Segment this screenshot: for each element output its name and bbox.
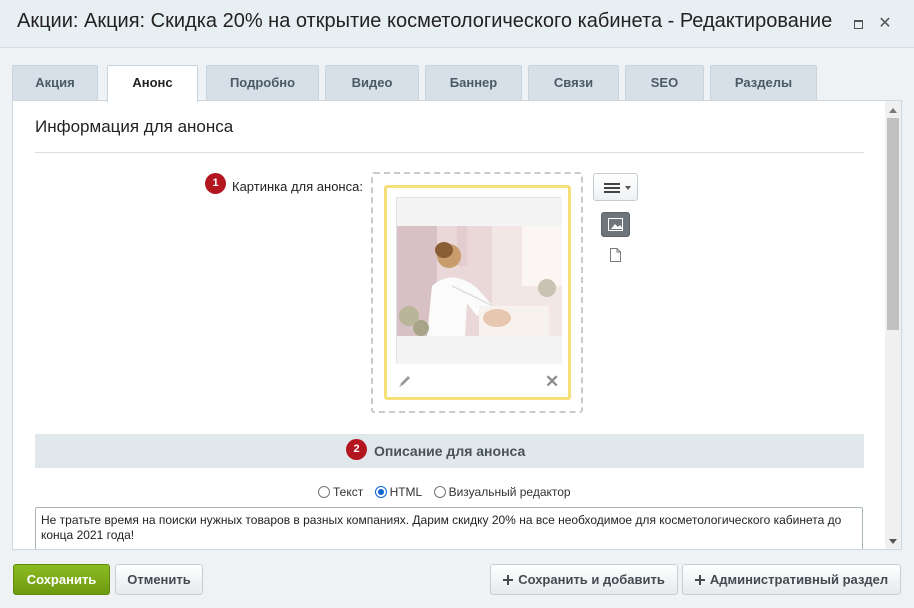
plus-icon [694, 575, 705, 585]
tab-podrobno[interactable]: Подробно [206, 65, 319, 101]
footer-action-bar: Сохранить Отменить Сохранить и добавить … [0, 550, 914, 608]
tab-svyazi[interactable]: Связи [528, 65, 619, 101]
window-title: Акции: Акция: Скидка 20% на открытие кос… [17, 10, 833, 32]
mode-visual-label: Визуальный редактор [448, 485, 571, 499]
scroll-up-arrow-icon[interactable] [889, 108, 897, 113]
description-mode-group: Текст HTML Визуальный редактор [318, 485, 579, 501]
scroll-thumb[interactable] [887, 118, 899, 330]
pencil-icon[interactable] [397, 373, 413, 389]
section-divider [35, 152, 864, 153]
picture-preview-card: ✕ [384, 185, 571, 400]
tab-razdely[interactable]: Разделы [710, 65, 817, 101]
description-title: Описание для анонса [374, 443, 526, 459]
close-icon[interactable]: ✕ [877, 16, 893, 32]
mode-text-label: Текст [333, 485, 364, 499]
picture-preview[interactable] [396, 197, 562, 364]
content-panel: Информация для анонса 1 Картинка для ано… [12, 100, 902, 550]
plus-icon [503, 575, 514, 585]
tab-akciya[interactable]: Акция [12, 65, 98, 101]
tab-seo[interactable]: SEO [625, 65, 704, 101]
mode-visual-radio[interactable] [433, 486, 446, 498]
description-textarea[interactable]: Не тратьте время на поиски нужных товаро… [35, 507, 863, 549]
tab-video[interactable]: Видео [325, 65, 419, 101]
save-and-add-label: Сохранить и добавить [518, 572, 665, 587]
picture-label: Картинка для анонса: [232, 179, 363, 194]
delete-icon[interactable]: ✕ [545, 373, 559, 390]
window-titlebar: Акции: Акция: Скидка 20% на открытие кос… [0, 0, 914, 48]
file-mode-icon[interactable] [610, 248, 621, 262]
section-title: Информация для анонса [35, 117, 234, 136]
admin-section-label: Административный раздел [709, 572, 889, 587]
mode-html-label: HTML [389, 485, 423, 499]
tab-anons[interactable]: Анонс [107, 65, 198, 102]
mode-text-radio[interactable] [318, 486, 330, 498]
vertical-scrollbar[interactable] [885, 101, 901, 549]
caret-down-icon [625, 186, 631, 190]
cosmetology-photo [397, 198, 562, 364]
scroll-down-arrow-icon[interactable] [889, 539, 897, 544]
save-button[interactable]: Сохранить [13, 564, 110, 595]
cancel-button[interactable]: Отменить [115, 564, 203, 595]
picture-dropzone[interactable]: ✕ [371, 172, 583, 413]
description-section-header: 2 Описание для анонса [35, 434, 864, 468]
hamburger-icon [604, 183, 620, 193]
step-badge-1: 1 [205, 173, 226, 194]
mode-text-option[interactable]: Текст [318, 485, 363, 499]
mode-html-option[interactable]: HTML [374, 485, 423, 499]
mode-visual-option[interactable]: Визуальный редактор [433, 485, 571, 499]
save-and-add-button[interactable]: Сохранить и добавить [490, 564, 678, 595]
step-badge-2: 2 [346, 439, 367, 460]
image-mode-icon[interactable] [601, 212, 630, 237]
tab-banner[interactable]: Баннер [425, 65, 522, 101]
admin-section-button[interactable]: Административный раздел [682, 564, 901, 595]
mode-html-radio[interactable] [374, 486, 387, 498]
picture-menu-button[interactable] [593, 173, 638, 201]
maximize-icon[interactable] [850, 16, 866, 32]
